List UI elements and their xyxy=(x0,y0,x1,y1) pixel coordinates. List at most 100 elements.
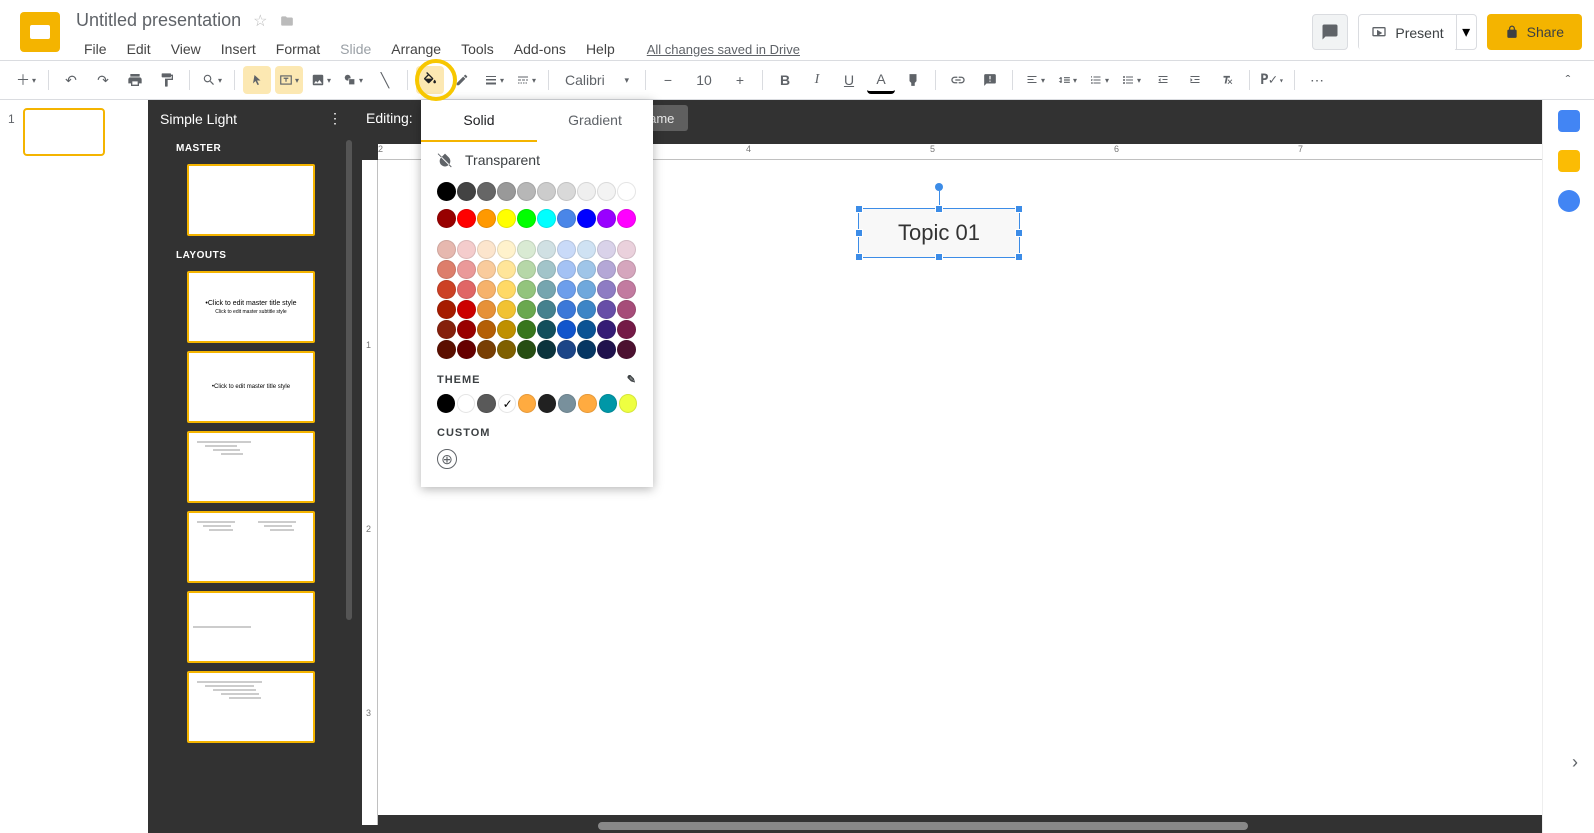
menu-insert[interactable]: Insert xyxy=(213,37,264,61)
color-swatch[interactable] xyxy=(477,182,496,201)
color-swatch[interactable]: ✓ xyxy=(498,394,516,413)
color-swatch[interactable] xyxy=(477,280,496,299)
indent-decrease-button[interactable] xyxy=(1149,66,1177,94)
menu-file[interactable]: File xyxy=(76,37,115,61)
color-swatch[interactable] xyxy=(617,182,636,201)
color-swatch[interactable] xyxy=(577,320,596,339)
color-swatch[interactable] xyxy=(537,182,556,201)
font-select[interactable]: Calibri▾ xyxy=(557,68,637,92)
color-swatch[interactable] xyxy=(617,320,636,339)
color-swatch[interactable] xyxy=(538,394,556,413)
master-scrollbar[interactable] xyxy=(346,140,352,620)
star-icon[interactable]: ☆ xyxy=(253,11,267,31)
color-swatch[interactable] xyxy=(477,300,496,319)
resize-handle-e[interactable] xyxy=(1015,229,1023,237)
line-spacing-button[interactable] xyxy=(1053,66,1081,94)
color-swatch[interactable] xyxy=(517,320,536,339)
color-swatch[interactable] xyxy=(577,260,596,279)
picker-tab-solid[interactable]: Solid xyxy=(421,100,537,142)
color-swatch[interactable] xyxy=(577,340,596,359)
menu-help[interactable]: Help xyxy=(578,37,623,61)
color-swatch[interactable] xyxy=(557,340,576,359)
color-swatch[interactable] xyxy=(517,209,536,228)
more-tools-button[interactable]: ⋯ xyxy=(1303,66,1331,94)
textbox-tool[interactable] xyxy=(275,66,303,94)
color-swatch[interactable] xyxy=(557,209,576,228)
layout-thumb-one-col[interactable] xyxy=(187,671,315,743)
italic-button[interactable]: I xyxy=(803,66,831,94)
color-swatch[interactable] xyxy=(437,280,456,299)
insert-link-button[interactable] xyxy=(944,66,972,94)
color-swatch[interactable] xyxy=(537,209,556,228)
spelling-button[interactable]: P✓ xyxy=(1258,66,1286,94)
image-tool[interactable] xyxy=(307,66,335,94)
color-swatch[interactable] xyxy=(477,240,496,259)
color-swatch[interactable] xyxy=(497,240,516,259)
color-swatch[interactable] xyxy=(517,340,536,359)
color-swatch[interactable] xyxy=(557,182,576,201)
color-swatch[interactable] xyxy=(457,240,476,259)
theme-menu-icon[interactable]: ⋮ xyxy=(328,110,342,127)
resize-handle-s[interactable] xyxy=(935,253,943,261)
color-swatch[interactable] xyxy=(437,320,456,339)
color-swatch[interactable] xyxy=(557,240,576,259)
color-swatch[interactable] xyxy=(517,240,536,259)
tasks-icon[interactable] xyxy=(1558,190,1580,212)
underline-button[interactable]: U xyxy=(835,66,863,94)
select-tool[interactable] xyxy=(243,66,271,94)
share-button[interactable]: Share xyxy=(1487,14,1582,50)
color-swatch[interactable] xyxy=(597,300,616,319)
color-swatch[interactable] xyxy=(617,209,636,228)
color-swatch[interactable] xyxy=(619,394,637,413)
color-swatch[interactable] xyxy=(557,300,576,319)
color-swatch[interactable] xyxy=(497,280,516,299)
shape-tool[interactable] xyxy=(339,66,367,94)
resize-handle-w[interactable] xyxy=(855,229,863,237)
layout-thumb-title-only[interactable] xyxy=(187,591,315,663)
color-swatch[interactable] xyxy=(537,240,556,259)
clear-formatting-button[interactable] xyxy=(1213,66,1241,94)
picker-tab-gradient[interactable]: Gradient xyxy=(537,100,653,142)
color-swatch[interactable] xyxy=(597,280,616,299)
color-swatch[interactable] xyxy=(457,394,475,413)
color-swatch[interactable] xyxy=(477,394,495,413)
layout-thumb-section[interactable]: •Click to edit master title style xyxy=(187,351,315,423)
color-swatch[interactable] xyxy=(577,182,596,201)
menu-arrange[interactable]: Arrange xyxy=(383,37,449,61)
color-swatch[interactable] xyxy=(577,209,596,228)
color-swatch[interactable] xyxy=(437,300,456,319)
collapse-toolbar-button[interactable]: ˆ xyxy=(1554,66,1582,94)
layout-thumb-two-col[interactable] xyxy=(187,511,315,583)
keep-icon[interactable] xyxy=(1558,150,1580,172)
color-swatch[interactable] xyxy=(437,394,455,413)
paint-format-button[interactable] xyxy=(153,66,181,94)
menu-view[interactable]: View xyxy=(163,37,209,61)
selected-textbox[interactable]: Topic 01 xyxy=(858,208,1020,258)
font-size-input[interactable] xyxy=(686,68,722,92)
color-swatch[interactable] xyxy=(518,394,536,413)
color-swatch[interactable] xyxy=(477,260,496,279)
color-swatch[interactable] xyxy=(497,209,516,228)
insert-comment-button[interactable] xyxy=(976,66,1004,94)
resize-handle-sw[interactable] xyxy=(855,253,863,261)
present-button[interactable]: Present xyxy=(1359,15,1455,51)
color-swatch[interactable] xyxy=(457,209,476,228)
present-dropdown[interactable]: ▾ xyxy=(1456,15,1476,49)
color-swatch[interactable] xyxy=(557,260,576,279)
color-swatch[interactable] xyxy=(457,182,476,201)
document-title[interactable]: Untitled presentation xyxy=(76,10,241,31)
add-custom-color-button[interactable]: ⊕ xyxy=(437,449,457,469)
color-swatch[interactable] xyxy=(597,260,616,279)
color-swatch[interactable] xyxy=(537,340,556,359)
redo-button[interactable]: ↷ xyxy=(89,66,117,94)
zoom-button[interactable] xyxy=(198,66,226,94)
color-swatch[interactable] xyxy=(617,340,636,359)
color-swatch[interactable] xyxy=(497,320,516,339)
fill-color-button[interactable] xyxy=(416,66,444,94)
color-swatch[interactable] xyxy=(457,280,476,299)
expand-side-icon[interactable]: › xyxy=(1572,752,1578,773)
color-swatch[interactable] xyxy=(578,394,596,413)
calendar-icon[interactable] xyxy=(1558,110,1580,132)
color-swatch[interactable] xyxy=(537,280,556,299)
bold-button[interactable]: B xyxy=(771,66,799,94)
